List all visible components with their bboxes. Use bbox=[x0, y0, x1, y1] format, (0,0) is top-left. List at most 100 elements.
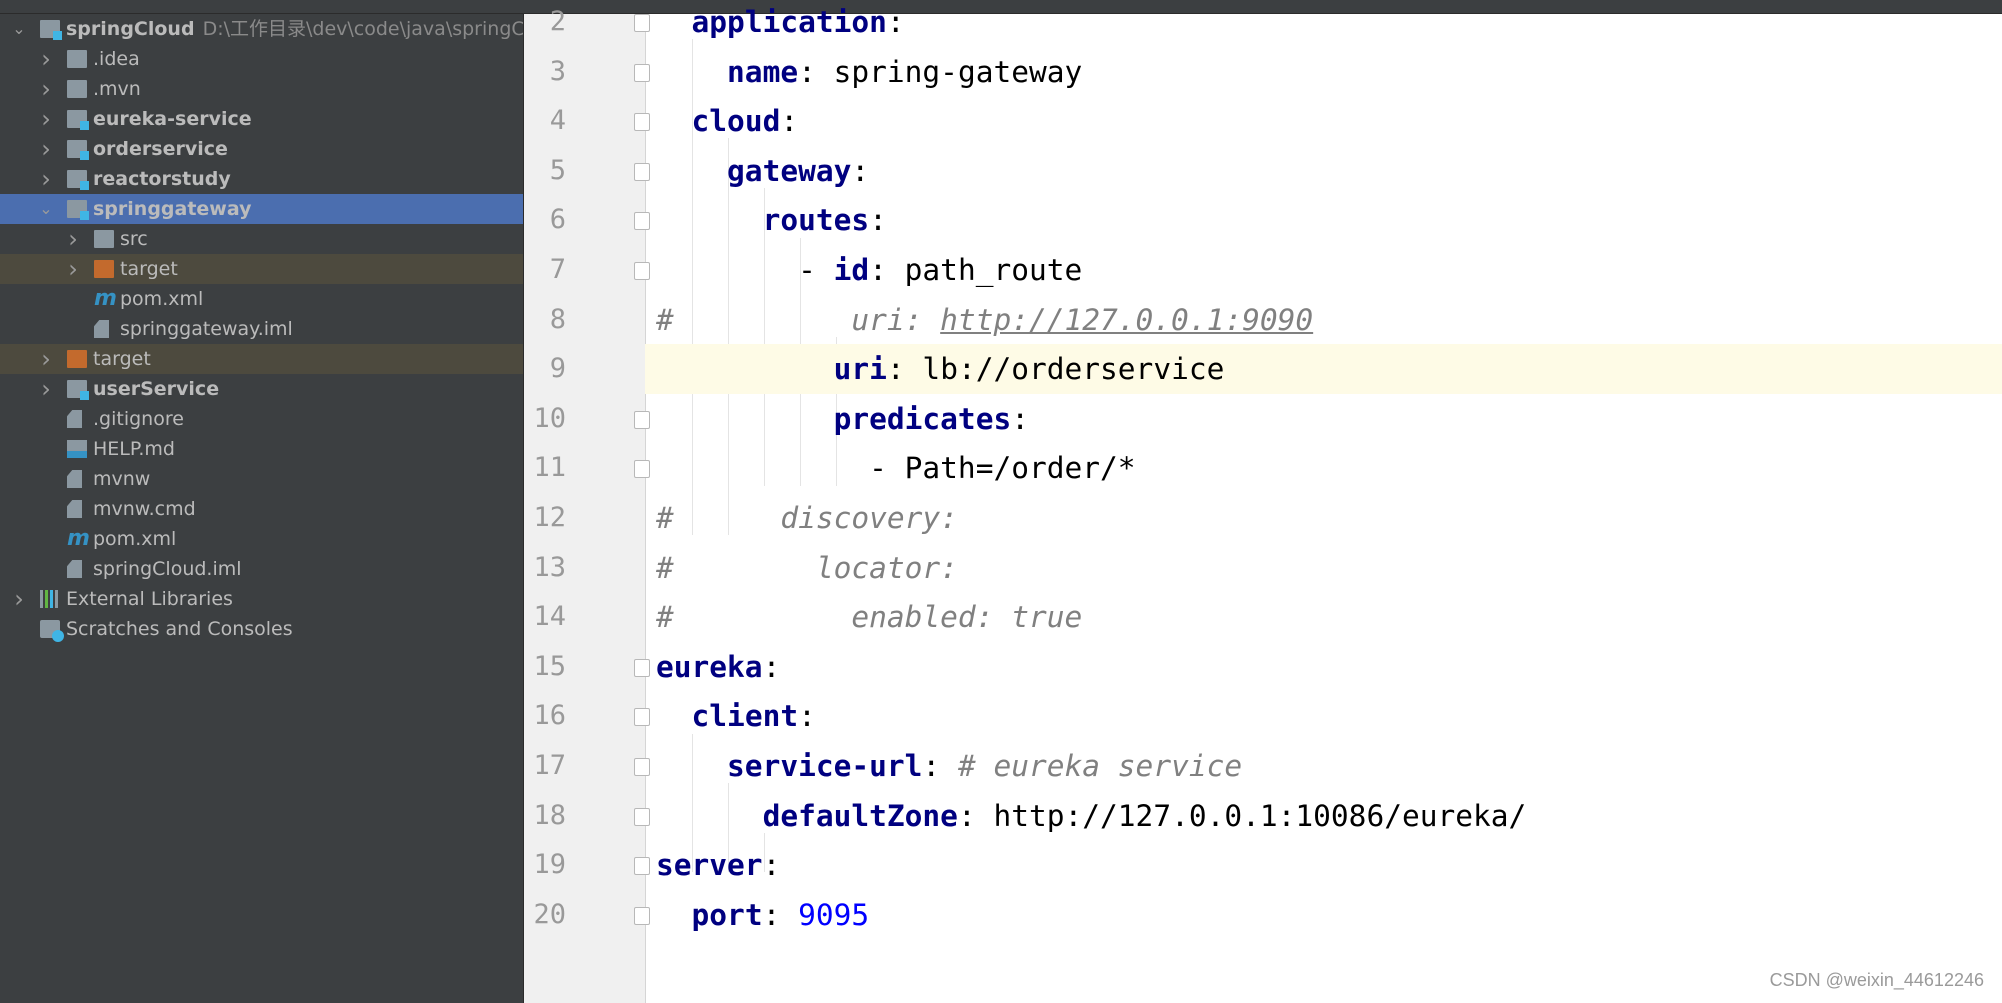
code-token: uri bbox=[833, 352, 887, 387]
fold-marker-icon[interactable] bbox=[634, 857, 650, 876]
code-token: service-url bbox=[727, 749, 923, 783]
tree-item[interactable]: Scratches and Consoles bbox=[0, 614, 523, 644]
fold-marker-icon[interactable] bbox=[634, 262, 650, 280]
tree-item-label: springCloud.iml bbox=[93, 558, 242, 580]
tree-item[interactable]: springCloud.iml bbox=[0, 554, 523, 584]
code-line: # uri: http://127.0.0.1:9090 bbox=[656, 295, 1313, 345]
chevron-right-icon[interactable]: › bbox=[39, 74, 53, 104]
tree-item-label: orderservice bbox=[93, 138, 228, 160]
tree-item[interactable]: › External Libraries bbox=[0, 584, 523, 614]
line-number: 17 bbox=[533, 750, 566, 781]
tree-item[interactable]: › target bbox=[0, 254, 523, 284]
code-token: : bbox=[869, 203, 887, 238]
fold-marker-icon[interactable] bbox=[634, 162, 650, 181]
maven-icon: m bbox=[67, 526, 90, 551]
module-folder-icon bbox=[67, 140, 89, 160]
chevron-down-icon[interactable]: ⌄ bbox=[12, 14, 26, 44]
chevron-right-icon[interactable]: › bbox=[39, 104, 53, 134]
code-line: # enabled: true bbox=[656, 592, 1082, 642]
tree-item-label: mvnw.cmd bbox=[93, 498, 196, 520]
chevron-right-icon[interactable]: › bbox=[39, 344, 53, 374]
tree-item[interactable]: springgateway.iml bbox=[0, 314, 523, 344]
tree-item[interactable]: › target bbox=[0, 344, 523, 374]
fold-marker-icon[interactable] bbox=[634, 410, 650, 429]
code-token: - Path=/order/* bbox=[656, 451, 1136, 486]
tree-item[interactable]: › reactorstudy bbox=[0, 164, 523, 194]
tree-item-label: springgateway.iml bbox=[120, 318, 293, 340]
fold-marker-icon[interactable] bbox=[634, 758, 650, 776]
tree-item[interactable]: › src bbox=[0, 224, 523, 254]
code-line: gateway: bbox=[656, 146, 869, 196]
code-line: - id: path_route bbox=[656, 245, 1082, 295]
maven-icon: m bbox=[94, 286, 117, 311]
line-number: 18 bbox=[533, 799, 566, 831]
fold-marker-icon[interactable] bbox=[634, 113, 650, 132]
tree-item[interactable]: HELP.md bbox=[0, 434, 523, 464]
markdown-file-icon bbox=[67, 440, 87, 458]
tree-item[interactable]: › .idea bbox=[0, 44, 523, 74]
tree-item[interactable]: m pom.xml bbox=[0, 524, 523, 554]
fold-marker-icon[interactable] bbox=[634, 212, 650, 231]
fold-marker-icon[interactable] bbox=[634, 658, 650, 677]
code-token: id bbox=[833, 253, 870, 287]
fold-marker-icon[interactable] bbox=[634, 460, 650, 479]
line-number: 7 bbox=[549, 254, 566, 285]
project-path: D:\工作目录\dev\code\java\springCloud bbox=[202, 18, 524, 40]
chevron-right-icon[interactable]: › bbox=[39, 44, 53, 74]
tree-item[interactable]: mvnw.cmd bbox=[0, 494, 523, 524]
code-token: : lb://orderservice bbox=[886, 352, 1225, 387]
code-line: service-url: # eureka service bbox=[656, 741, 1242, 791]
code-token: : http://127.0.0.1:10086/eureka/ bbox=[957, 798, 1527, 833]
chevron-right-icon[interactable]: › bbox=[39, 374, 53, 404]
line-number: 8 bbox=[549, 303, 566, 335]
module-folder-icon bbox=[67, 170, 89, 190]
chevron-right-icon[interactable]: › bbox=[66, 224, 80, 254]
tree-item[interactable]: m pom.xml bbox=[0, 284, 523, 314]
code-line: cloud: bbox=[656, 96, 799, 146]
code-line: port: 9095 bbox=[656, 890, 870, 940]
line-number: 11 bbox=[533, 452, 566, 484]
code-token: : bbox=[762, 848, 781, 883]
line-number: 2 bbox=[549, 6, 566, 37]
code-token: : bbox=[851, 153, 870, 188]
chevron-down-icon[interactable]: ⌄ bbox=[39, 194, 53, 224]
fold-marker-icon[interactable] bbox=[634, 63, 650, 82]
code-token: : bbox=[762, 897, 799, 932]
fold-marker-icon[interactable] bbox=[634, 708, 650, 727]
tree-item[interactable]: › userService bbox=[0, 374, 523, 404]
fold-marker-icon[interactable] bbox=[634, 807, 650, 826]
tree-item[interactable]: › orderservice bbox=[0, 134, 523, 164]
tree-item[interactable]: mvnw bbox=[0, 464, 523, 494]
fold-marker-icon[interactable] bbox=[634, 906, 650, 925]
tree-item[interactable]: .gitignore bbox=[0, 404, 523, 434]
line-number: 12 bbox=[533, 502, 566, 533]
tree-item[interactable]: › .mvn bbox=[0, 74, 523, 104]
tree-item-label: reactorstudy bbox=[93, 168, 231, 190]
chevron-right-icon[interactable]: › bbox=[39, 164, 53, 194]
code-token: : bbox=[798, 699, 816, 734]
line-number: 4 bbox=[549, 105, 566, 137]
folder-icon bbox=[94, 230, 114, 248]
tree-item-label: target bbox=[93, 348, 151, 370]
tree-item-label: Scratches and Consoles bbox=[66, 618, 293, 640]
code-line: predicates: bbox=[656, 394, 1029, 444]
code-line: # discovery: bbox=[656, 493, 958, 543]
iml-file-icon bbox=[94, 320, 109, 338]
code-line: client: bbox=[656, 691, 816, 741]
code-line: routes: bbox=[656, 195, 887, 245]
tree-item-label: HELP.md bbox=[93, 438, 175, 460]
chevron-right-icon[interactable]: › bbox=[66, 254, 80, 284]
code-editor[interactable]: 2 3 4 5 6 7 8 9 10 11 12 13 14 15 16 17 18 19 20 applicati… bbox=[524, 5, 2002, 1003]
tree-item[interactable]: ⌄ springCloud D:\工作目录\dev\code\java\spring… bbox=[0, 14, 523, 44]
code-token: : bbox=[762, 649, 781, 684]
chevron-right-icon[interactable]: › bbox=[39, 134, 53, 164]
tree-item[interactable]: › eureka-service bbox=[0, 104, 523, 134]
tree-item[interactable]: ⌄ springgateway bbox=[0, 194, 523, 224]
fold-marker-icon[interactable] bbox=[634, 14, 650, 32]
editor-tab-bar[interactable] bbox=[0, 0, 2002, 14]
watermark: CSDN @weixin_44612246 bbox=[1769, 970, 1984, 990]
code-token: defaultZone bbox=[762, 798, 958, 833]
chevron-right-icon[interactable]: › bbox=[12, 584, 26, 614]
